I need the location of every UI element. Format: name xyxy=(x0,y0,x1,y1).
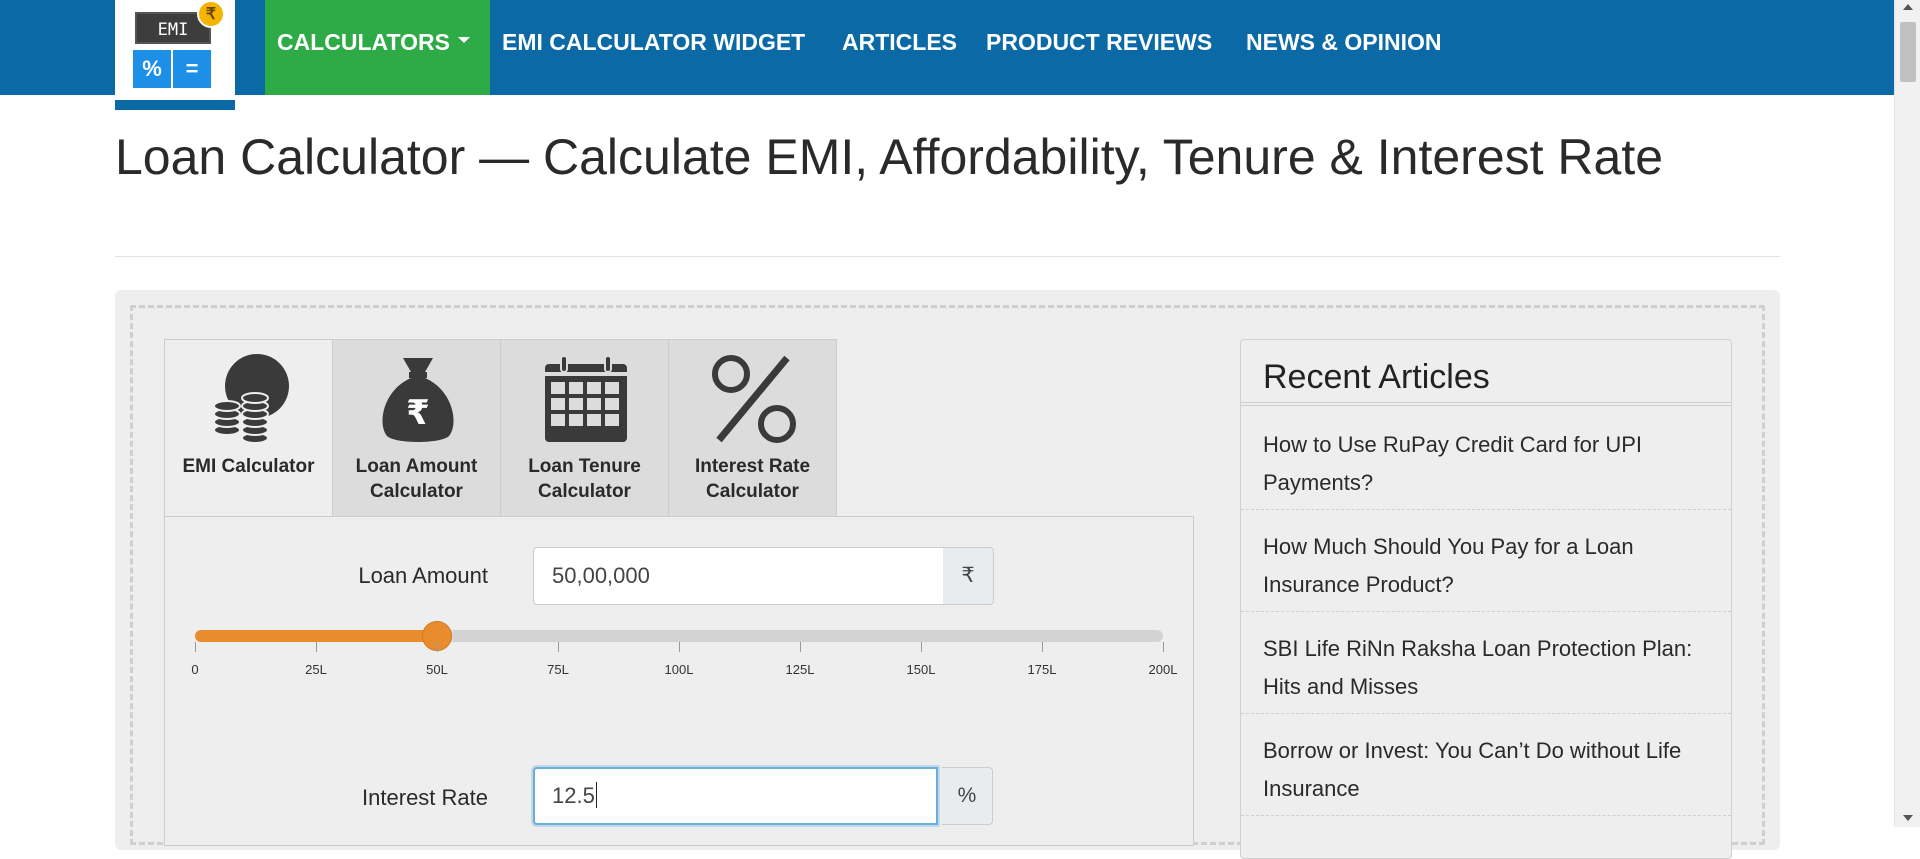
interest-rate-input[interactable]: 12.5 xyxy=(533,767,938,825)
scrollbar-thumb[interactable] xyxy=(1900,22,1916,82)
slider-tick-label: 25L xyxy=(305,662,327,677)
rupee-icon: ₹ xyxy=(943,547,994,605)
slider-tick xyxy=(1163,642,1164,652)
calendar-icon xyxy=(545,355,627,442)
text-cursor xyxy=(595,782,597,809)
tab-emi-calculator-label: EMI Calculator xyxy=(182,456,315,477)
top-navbar: EMI ₹ % = CALCULATORS EMI CALCULATOR WID… xyxy=(0,0,1894,110)
page-scrollbar[interactable] xyxy=(1894,0,1920,827)
site-logo[interactable]: EMI ₹ % = xyxy=(115,0,235,110)
rupee-coin-icon: ₹ xyxy=(197,0,225,28)
article-link[interactable]: How to Use RuPay Credit Card for UPI Pay… xyxy=(1241,408,1731,510)
slider-tick-label: 175L xyxy=(1027,662,1057,677)
recent-articles-sidebar: Recent Articles How to Use RuPay Credit … xyxy=(1240,339,1732,859)
tab-loan-tenure-calculator-label: Loan Tenure Calculator xyxy=(528,456,641,502)
loan-amount-label: Loan Amount xyxy=(358,563,488,588)
coins-icon xyxy=(213,354,289,444)
scroll-down-arrow-icon[interactable] xyxy=(1903,815,1913,821)
slider-tick-label: 200L xyxy=(1148,662,1178,677)
slider-tick xyxy=(195,642,196,652)
nav-calculators[interactable]: CALCULATORS xyxy=(265,0,490,95)
tab-loan-amount-calculator[interactable]: ₹ Loan Amount Calculator xyxy=(332,339,501,517)
recent-articles-title: Recent Articles xyxy=(1263,358,1490,396)
nav-calculators-label: CALCULATORS xyxy=(277,29,450,55)
article-link[interactable]: Borrow or Invest: You Can’t Do without L… xyxy=(1241,714,1731,816)
loan-amount-slider[interactable] xyxy=(195,621,1163,651)
svg-text:₹: ₹ xyxy=(406,393,430,433)
loan-amount-input[interactable]: 50,00,000 xyxy=(533,547,944,605)
article-link[interactable]: How Much Should You Pay for a Loan Insur… xyxy=(1241,510,1731,612)
slider-tick-label: 75L xyxy=(547,662,569,677)
nav-emi-calculator-widget[interactable]: EMI CALCULATOR WIDGET xyxy=(490,0,817,95)
slider-tick-label: 125L xyxy=(785,662,815,677)
slider-scale: 0 25L 50L 75L 100L 125L 150L 175L 200L xyxy=(191,642,1177,682)
tab-emi-calculator[interactable]: EMI Calculator xyxy=(164,339,333,518)
slider-tick xyxy=(1042,642,1043,652)
slider-tick xyxy=(679,642,680,652)
loan-amount-group: 50,00,000 ₹ xyxy=(533,547,994,605)
slider-fill xyxy=(195,630,437,642)
money-bag-icon: ₹ xyxy=(382,358,454,442)
logo-underline xyxy=(115,100,235,110)
tab-interest-rate-calculator-label: Interest Rate Calculator xyxy=(694,456,811,502)
article-link[interactable]: SBI Life RiNn Raksha Loan Protection Pla… xyxy=(1241,612,1731,714)
caret-down-icon xyxy=(457,36,470,43)
nav-news-opinion[interactable]: NEWS & OPINION xyxy=(1234,0,1454,95)
slider-tick xyxy=(316,642,317,652)
tab-loan-tenure-calculator[interactable]: Loan Tenure Calculator xyxy=(500,339,669,517)
slider-tick-label: 150L xyxy=(906,662,936,677)
slider-tick xyxy=(921,642,922,652)
title-divider xyxy=(115,256,1780,257)
logo-percent-key: % xyxy=(133,50,171,88)
slider-tick xyxy=(437,642,438,652)
calculator-tabs: EMI Calculator ₹ Loan Amount Calculator … xyxy=(164,339,838,518)
scroll-up-arrow-icon[interactable] xyxy=(1903,4,1913,10)
interest-rate-label: Interest Rate xyxy=(362,785,488,810)
page-title: Loan Calculator — Calculate EMI, Afforda… xyxy=(115,129,1664,185)
tab-loan-amount-calculator-label: Loan Amount Calculator xyxy=(355,456,478,502)
nav-product-reviews[interactable]: PRODUCT REVIEWS xyxy=(974,0,1224,95)
percent-icon xyxy=(712,355,796,443)
nav-articles[interactable]: ARTICLES xyxy=(830,0,969,95)
interest-rate-value: 12.5 xyxy=(552,783,595,808)
slider-tick-label: 50L xyxy=(426,662,448,677)
logo-equals-key: = xyxy=(173,50,211,88)
slider-tick xyxy=(800,642,801,652)
slider-tick xyxy=(558,642,559,652)
percent-addon: % xyxy=(942,767,993,825)
slider-tick-label: 0 xyxy=(191,662,199,677)
sidebar-title-divider xyxy=(1241,402,1731,406)
interest-rate-group: 12.5 % xyxy=(533,767,993,825)
tab-interest-rate-calculator[interactable]: Interest Rate Calculator xyxy=(668,339,837,517)
slider-tick-label: 100L xyxy=(664,662,694,677)
